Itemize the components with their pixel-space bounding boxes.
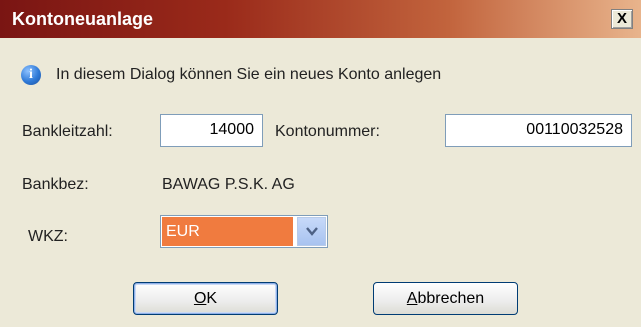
- info-icon: i: [21, 65, 41, 85]
- bankleitzahl-input[interactable]: 14000: [160, 114, 263, 147]
- wkz-select[interactable]: EUR: [160, 215, 328, 248]
- ok-mnemonic: O: [193, 290, 207, 307]
- cancel-mnemonic: A: [406, 290, 418, 307]
- cancel-label-rest: bbrechen: [417, 290, 485, 307]
- kontonummer-input[interactable]: 00110032528: [445, 114, 632, 147]
- cancel-button[interactable]: Abbrechen: [373, 282, 518, 315]
- title-bar[interactable]: Kontoneuanlage X: [0, 0, 641, 38]
- dialog-body: i In diesem Dialog können Sie ein neues …: [0, 38, 641, 327]
- info-text: In diesem Dialog können Sie ein neues Ko…: [56, 66, 442, 83]
- wkz-label: WKZ:: [28, 228, 68, 245]
- bankleitzahl-label: Bankleitzahl:: [22, 123, 113, 140]
- window-title: Kontoneuanlage: [12, 9, 154, 29]
- close-button[interactable]: X: [611, 9, 633, 29]
- bankbez-label: Bankbez:: [22, 176, 89, 193]
- ok-label-rest: K: [206, 290, 218, 307]
- bankbez-value: BAWAG P.S.K. AG: [162, 176, 295, 193]
- wkz-selected-value[interactable]: EUR: [162, 217, 293, 246]
- chevron-down-icon: [306, 227, 318, 236]
- ok-button[interactable]: OK: [133, 282, 278, 315]
- close-icon: X: [616, 10, 627, 27]
- kontonummer-label: Kontonummer:: [275, 123, 380, 140]
- dropdown-button[interactable]: [297, 217, 326, 246]
